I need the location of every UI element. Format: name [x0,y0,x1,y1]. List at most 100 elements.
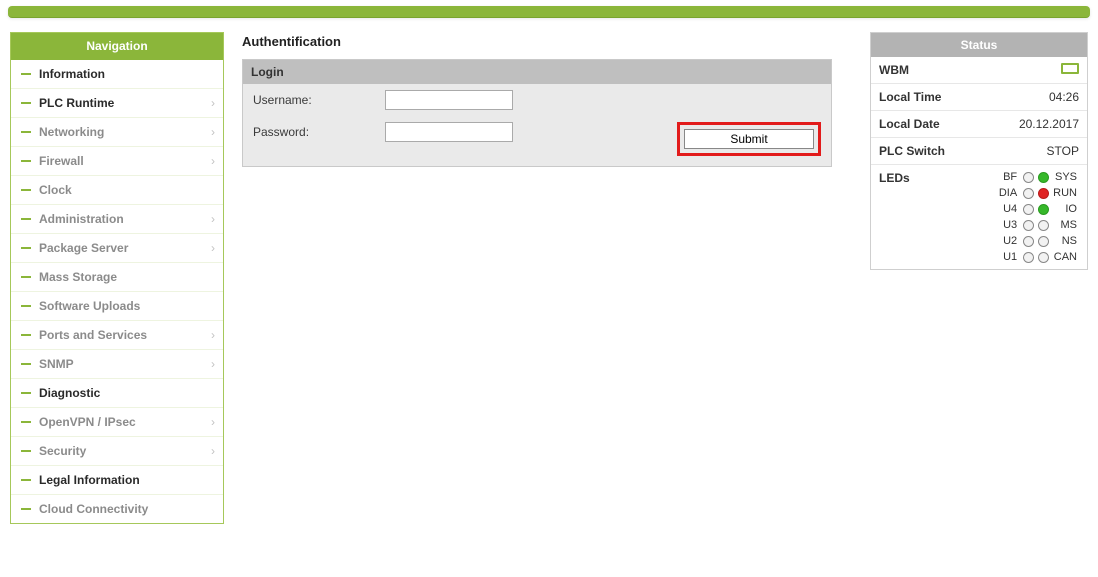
led-label: RUN [1053,187,1079,199]
sidebar-item-information[interactable]: Information [11,60,223,89]
sidebar-item-legal-information[interactable]: Legal Information [11,466,223,495]
sidebar-item-label: Information [39,67,215,81]
sidebar-item-label: Ports and Services [39,328,207,342]
nav-bullet-icon [21,450,31,452]
sidebar-item-plc-runtime[interactable]: PLC Runtime › [11,89,223,118]
nav-bullet-icon [21,73,31,75]
sidebar-item-label: Software Uploads [39,299,215,313]
nav-bullet-icon [21,218,31,220]
led-indicator [1038,172,1049,183]
sidebar-item-label: Diagnostic [39,386,215,400]
led-label: CAN [1054,251,1079,263]
nav-bullet-icon [21,421,31,423]
sidebar-item-mass-storage[interactable]: Mass Storage [11,263,223,292]
sidebar-item-label: Networking [39,125,207,139]
status-key: Local Date [879,117,940,131]
nav-bullet-icon [21,189,31,191]
sidebar-item-label: Clock [39,183,215,197]
chevron-right-icon: › [211,357,215,371]
led-indicator [1023,236,1034,247]
chevron-right-icon: › [211,444,215,458]
nav-bullet-icon [21,392,31,394]
led-indicator [1023,220,1034,231]
nav-bullet-icon [21,276,31,278]
header-bar [8,6,1090,18]
chevron-right-icon: › [211,415,215,429]
sidebar-item-label: OpenVPN / IPsec [39,415,207,429]
sidebar-item-clock[interactable]: Clock [11,176,223,205]
sidebar-item-firewall[interactable]: Firewall › [11,147,223,176]
led-label: MS [1061,219,1080,231]
led-label: U4 [1003,203,1019,215]
main-content: Authentification Login Username: Passwor… [242,32,852,167]
sidebar-item-ports-and-services[interactable]: Ports and Services › [11,321,223,350]
led-indicator [1038,220,1049,231]
sidebar-item-package-server[interactable]: Package Server › [11,234,223,263]
nav-bullet-icon [21,334,31,336]
page-title: Authentification [242,34,852,49]
sidebar-item-diagnostic[interactable]: Diagnostic [11,379,223,408]
sidebar-item-label: Firewall [39,154,207,168]
sidebar-item-snmp[interactable]: SNMP › [11,350,223,379]
led-label: BF [1003,171,1019,183]
led-label: U3 [1003,219,1019,231]
sidebar-item-label: Security [39,444,207,458]
led-indicator [1038,204,1049,215]
status-key: Local Time [879,90,941,104]
led-label: U1 [1003,251,1019,263]
status-panel: Status WBM Local Time 04:26 Local Date 2… [870,32,1088,270]
led-label: IO [1065,203,1079,215]
sidebar-item-software-uploads[interactable]: Software Uploads [11,292,223,321]
submit-highlight: Submit [677,122,821,156]
status-key: WBM [879,63,909,77]
panel-title: Login [243,60,831,84]
sidebar-item-label: Cloud Connectivity [39,502,215,516]
status-key: PLC Switch [879,144,945,158]
status-val: STOP [1047,144,1079,158]
nav-bullet-icon [21,102,31,104]
password-input[interactable] [385,122,513,142]
sidebar-item-label: Legal Information [39,473,215,487]
wbm-icon [1061,63,1079,74]
status-key: LEDs [879,171,910,185]
sidebar-item-security[interactable]: Security › [11,437,223,466]
sidebar-item-networking[interactable]: Networking › [11,118,223,147]
led-indicator [1038,236,1049,247]
nav-bullet-icon [21,363,31,365]
sidebar-item-label: Mass Storage [39,270,215,284]
status-val: 20.12.2017 [1019,117,1079,131]
password-label: Password: [253,125,385,139]
nav-bullet-icon [21,131,31,133]
status-row-localtime: Local Time 04:26 [871,84,1087,111]
chevron-right-icon: › [211,212,215,226]
submit-button[interactable]: Submit [684,129,814,149]
status-row-localdate: Local Date 20.12.2017 [871,111,1087,138]
chevron-right-icon: › [211,328,215,342]
led-indicator [1023,188,1034,199]
sidebar-item-openvpn-ipsec[interactable]: OpenVPN / IPsec › [11,408,223,437]
led-label: SYS [1055,171,1079,183]
nav-bullet-icon [21,305,31,307]
chevron-right-icon: › [211,154,215,168]
led-indicator [1023,204,1034,215]
nav-bullet-icon [21,508,31,510]
chevron-right-icon: › [211,96,215,110]
led-indicator [1023,172,1034,183]
nav-bullet-icon [21,247,31,249]
status-row-leds: LEDs BFSYSDIARUNU4IOU3MSU2NSU1CAN [871,165,1087,269]
sidebar-item-administration[interactable]: Administration › [11,205,223,234]
sidebar-item-cloud-connectivity[interactable]: Cloud Connectivity [11,495,223,523]
username-input[interactable] [385,90,513,110]
led-indicator [1023,252,1034,263]
sidebar-item-label: Administration [39,212,207,226]
chevron-right-icon: › [211,241,215,255]
led-label: DIA [999,187,1019,199]
sidebar-item-label: PLC Runtime [39,96,207,110]
sidebar-item-label: SNMP [39,357,207,371]
username-label: Username: [253,93,385,107]
chevron-right-icon: › [211,125,215,139]
sidebar: Navigation InformationPLC Runtime›Networ… [10,32,224,524]
status-title: Status [871,33,1087,57]
sidebar-item-label: Package Server [39,241,207,255]
sidebar-title: Navigation [11,33,223,60]
